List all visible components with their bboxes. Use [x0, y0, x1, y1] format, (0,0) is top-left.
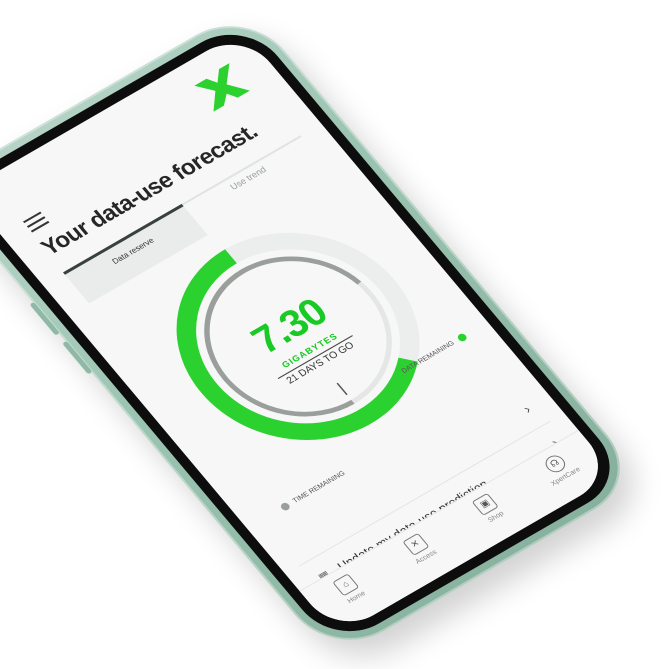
- tab-label: Use trend: [227, 164, 269, 192]
- grey-dot-icon: [279, 501, 292, 512]
- gb-add-icon: ⊕: [370, 634, 391, 636]
- phone-mockup: Your data-use forecast. Data reserve Use…: [0, 0, 665, 669]
- phone-body: Your data-use forecast. Data reserve Use…: [0, 5, 645, 661]
- green-dot-icon: [456, 332, 469, 343]
- tab-label: Data reserve: [110, 236, 156, 266]
- phone-bezel: Your data-use forecast. Data reserve Use…: [0, 17, 632, 649]
- chevron-right-icon: ›: [519, 401, 534, 417]
- brand-x-logo: [194, 63, 250, 112]
- nav-label: Shop: [486, 510, 506, 524]
- app-screen: Your data-use forecast. Data reserve Use…: [0, 30, 617, 636]
